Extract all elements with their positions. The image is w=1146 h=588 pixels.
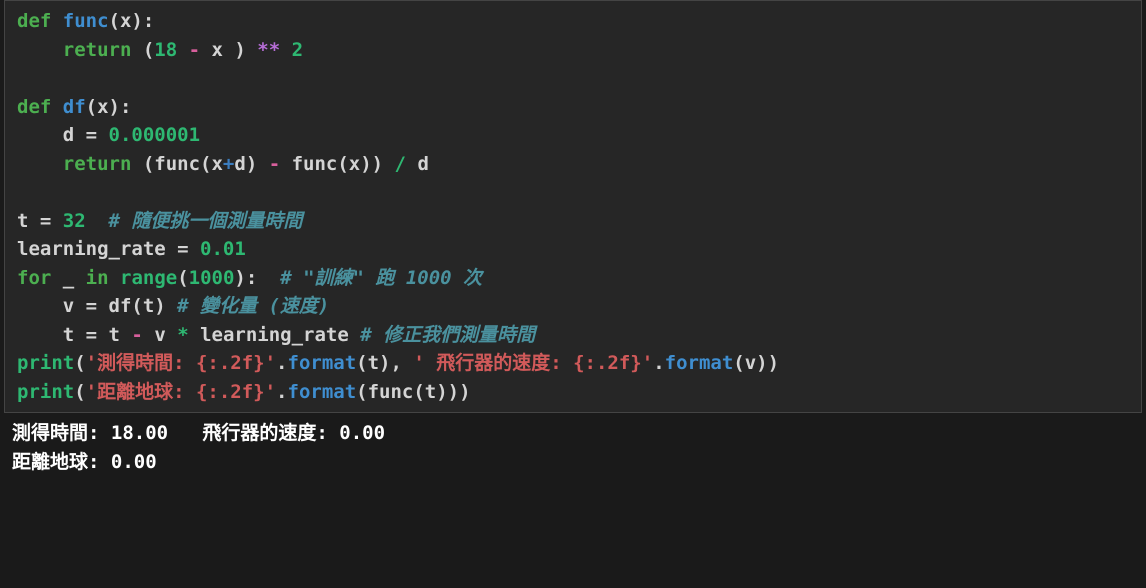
string: ' 飛行器的速度: {:.2f}' [413, 352, 653, 374]
number: 18 [154, 39, 177, 61]
output-block: 測得時間: 18.00 飛行器的速度: 0.00 距離地球: 0.00 [0, 413, 1146, 482]
args: (v)) [733, 352, 779, 374]
args: (t), [356, 352, 413, 374]
var-t: t [97, 324, 131, 346]
number: 0.000001 [97, 124, 200, 146]
paren: ( [74, 352, 85, 374]
paren: ( [177, 267, 188, 289]
expr: df(t) [97, 295, 177, 317]
var: x ) [212, 39, 246, 61]
code-block: def func(x): return (18 - x ) ** 2 def d… [4, 0, 1142, 413]
expr: (func(x [131, 153, 223, 175]
expr: func(x)) [280, 153, 394, 175]
op-div: / [395, 153, 406, 175]
number: 32 [51, 210, 85, 232]
output-line-1: 測得時間: 18.00 飛行器的速度: 0.00 [12, 422, 385, 444]
op-assign: = [86, 295, 97, 317]
var-v: v [17, 295, 86, 317]
output-line-2: 距離地球: 0.00 [12, 451, 157, 473]
var-d: d [406, 153, 429, 175]
var-lr: learning_rate [17, 238, 177, 260]
params: (x) [86, 96, 120, 118]
op-plus: + [223, 153, 234, 175]
op-minus: - [177, 39, 211, 61]
string: '距離地球: {:.2f}' [86, 381, 276, 403]
keyword-def: def [17, 96, 51, 118]
var-t: t [17, 324, 86, 346]
op-assign: = [177, 238, 188, 260]
op-mul: * [177, 324, 188, 346]
keyword-return: return [63, 153, 132, 175]
keyword-def: def [17, 10, 51, 32]
args: (func(t))) [356, 381, 470, 403]
dot: . [276, 352, 287, 374]
paren: ( [74, 381, 85, 403]
op-pow: ** [246, 39, 292, 61]
op-assign: = [40, 210, 51, 232]
comment: # 變化量 (速度) [177, 295, 329, 317]
dot: . [276, 381, 287, 403]
func-name-df: df [63, 96, 86, 118]
method-format: format [288, 381, 357, 403]
method-format: format [288, 352, 357, 374]
number: 1000 [189, 267, 235, 289]
comment: # "訓練" 跑 1000 次 [257, 267, 482, 289]
number: 0.01 [189, 238, 246, 260]
string: '測得時間: {:.2f}' [86, 352, 276, 374]
expr: d) [234, 153, 268, 175]
var-lr: learning_rate [189, 324, 361, 346]
var-d: d [17, 124, 86, 146]
op-assign: = [86, 324, 97, 346]
keyword-in: in [86, 267, 109, 289]
builtin-print: print [17, 381, 74, 403]
colon: : [120, 96, 131, 118]
space [109, 267, 120, 289]
method-format: format [665, 352, 734, 374]
paren: ( [131, 39, 154, 61]
number: 2 [292, 39, 303, 61]
keyword-for: for [17, 267, 51, 289]
var-v: v [143, 324, 177, 346]
var-t: t [17, 210, 40, 232]
paren: ): [234, 267, 257, 289]
keyword-return: return [63, 39, 132, 61]
op-minus: - [269, 153, 280, 175]
comment: # 隨便挑一個測量時間 [86, 210, 303, 232]
builtin-print: print [17, 352, 74, 374]
comment: # 修正我們測量時間 [360, 324, 535, 346]
func-name: func [63, 10, 109, 32]
builtin-range: range [120, 267, 177, 289]
var-underscore: _ [51, 267, 85, 289]
colon: : [143, 10, 154, 32]
op-minus: - [131, 324, 142, 346]
params: (x) [109, 10, 143, 32]
op-assign: = [86, 124, 97, 146]
dot: . [653, 352, 664, 374]
